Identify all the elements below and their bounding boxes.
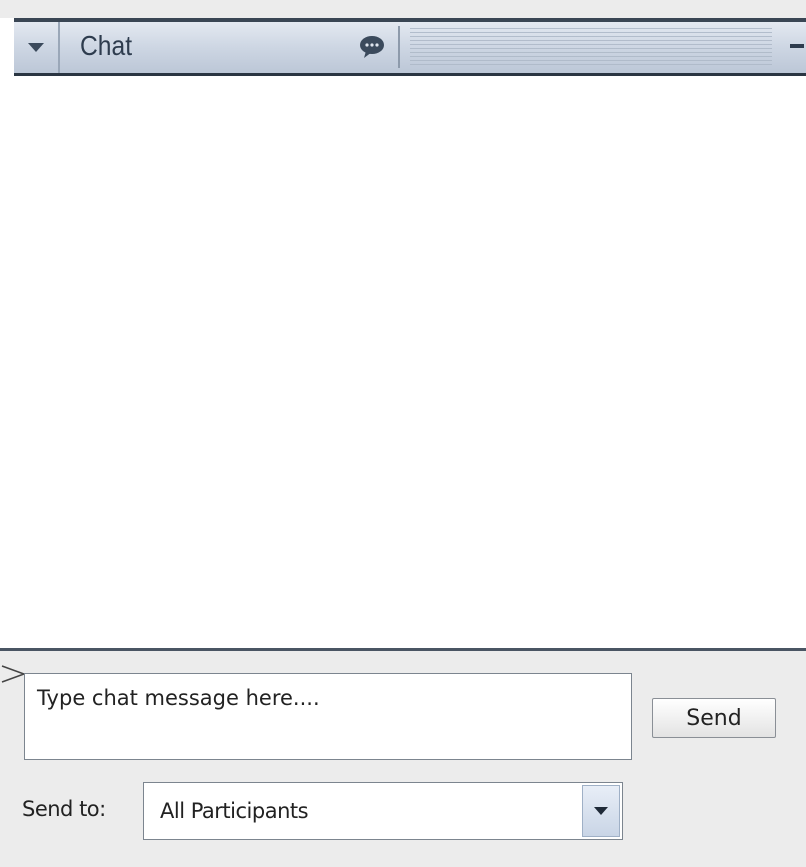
- chevron-down-icon: [594, 807, 608, 815]
- drag-grip[interactable]: [410, 28, 772, 68]
- window-top-strip: [0, 0, 806, 18]
- chat-message-area[interactable]: [14, 76, 806, 648]
- send-to-label: Send to:: [22, 797, 106, 821]
- send-button-label: Send: [686, 705, 742, 731]
- collapse-button[interactable]: [14, 22, 60, 73]
- header-divider: [398, 26, 400, 68]
- dropdown-button[interactable]: [582, 785, 620, 837]
- chat-message-input[interactable]: [24, 673, 632, 760]
- speech-bubble-icon: [360, 36, 384, 58]
- chevron-down-icon: [28, 43, 44, 52]
- minimize-icon[interactable]: [790, 44, 804, 48]
- chat-panel-header: Chat: [14, 18, 806, 76]
- send-button[interactable]: Send: [652, 698, 776, 738]
- send-to-selected-value: All Participants: [160, 799, 309, 823]
- send-to-select[interactable]: All Participants: [143, 782, 623, 840]
- panel-title: Chat: [80, 30, 133, 61]
